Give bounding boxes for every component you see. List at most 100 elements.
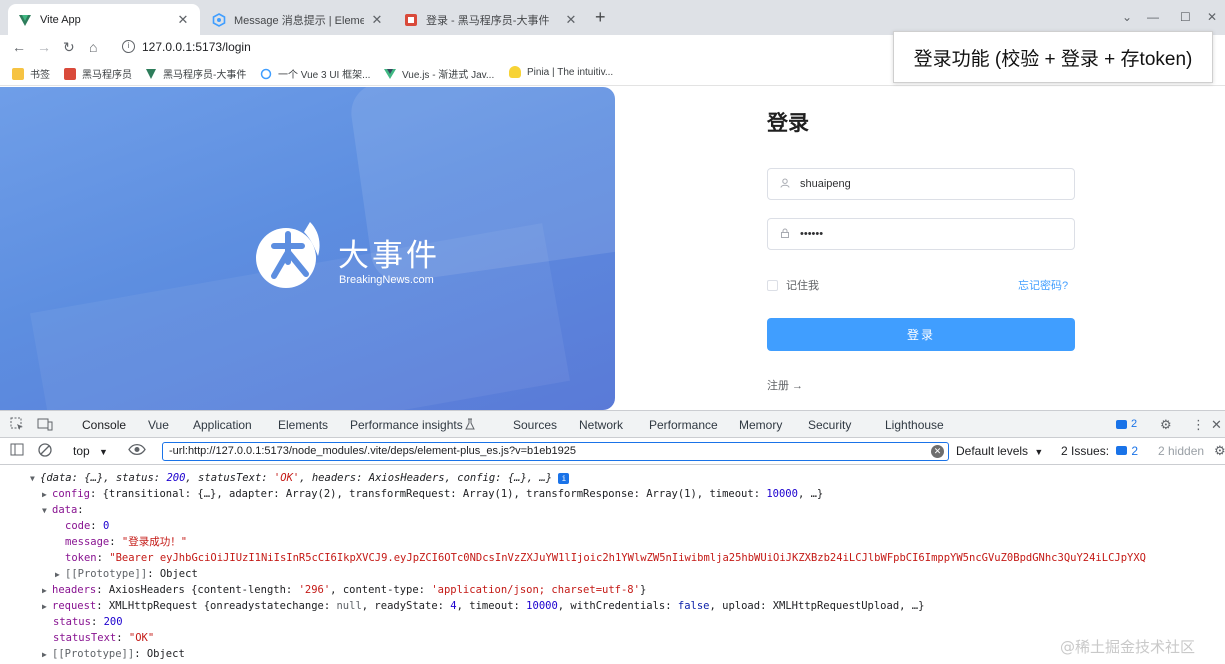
site-info-icon[interactable]: i <box>122 40 135 53</box>
tab-heima-login[interactable]: 登录 - 黑马程序员-大事件 ✕ <box>394 4 588 35</box>
register-link[interactable]: 注册 → <box>767 377 803 393</box>
bookmark-label: 一个 Vue 3 UI 框架... <box>278 70 371 81</box>
username-input[interactable]: shuaipeng <box>767 168 1075 200</box>
tab-memory[interactable]: Memory <box>739 418 782 432</box>
tab-sources[interactable]: Sources <box>513 418 557 432</box>
folder-icon <box>12 67 24 80</box>
close-icon[interactable]: ✕ <box>1211 417 1222 433</box>
tab-vite-app[interactable]: Vite App ✕ <box>8 4 200 35</box>
bookmark-vue-ui[interactable]: 一个 Vue 3 UI 框架... <box>260 66 370 81</box>
lock-icon <box>780 228 792 241</box>
console-status-line: status: 200 <box>53 616 123 628</box>
tab-label: Message 消息提示 | Element Pl <box>234 14 364 27</box>
address-bar-url[interactable]: 127.0.0.1:5173/login <box>142 40 251 54</box>
bookmark-folder[interactable]: 书签 <box>12 66 50 81</box>
maximize-icon[interactable]: ☐ <box>1180 10 1191 24</box>
clear-filter-icon[interactable]: ✕ <box>931 445 944 458</box>
levels-value: Default levels <box>956 444 1029 458</box>
expand-arrow-icon[interactable]: ▶ <box>55 568 65 582</box>
expand-arrow-icon[interactable]: ▶ <box>42 648 52 662</box>
bookmark-heima[interactable]: 黑马程序员 <box>64 66 132 81</box>
password-value: •••••• <box>800 228 824 240</box>
bookmark-pinia[interactable]: Pinia | The intuitiv... <box>509 66 613 78</box>
bookmark-label: 黑马程序员 <box>82 70 132 81</box>
tab-lighthouse[interactable]: Lighthouse <box>885 418 944 432</box>
expand-arrow-icon[interactable]: ▶ <box>42 584 52 598</box>
expand-arrow-icon[interactable]: ▶ <box>42 488 52 502</box>
back-arrow-icon[interactable]: ← <box>12 39 26 55</box>
device-toolbar-icon[interactable] <box>37 417 53 434</box>
issues-badge[interactable]: 2 <box>1116 418 1137 430</box>
console-code-line: code: 0 <box>65 520 110 532</box>
console-config-line[interactable]: ▶ config: {transitional: {…}, adapter: Ar… <box>42 487 823 502</box>
console-filter-bar: top ▼ -url:http://127.0.0.1:5173/node_mo… <box>0 438 1225 465</box>
tab-label: 登录 - 黑马程序员-大事件 <box>426 14 550 27</box>
expand-arrow-icon[interactable]: ▶ <box>42 600 52 614</box>
bookmark-vuejs[interactable]: Vue.js - 渐进式 Jav... <box>384 66 494 81</box>
tab-performance[interactable]: Performance <box>649 418 718 432</box>
vue-icon <box>384 68 396 80</box>
forward-arrow-icon[interactable]: → <box>37 39 51 55</box>
bookmark-label: 书签 <box>30 70 50 81</box>
gear-icon[interactable]: ⚙ <box>1214 443 1225 459</box>
forgot-password-link[interactable]: 忘记密码? <box>1018 277 1068 293</box>
tab-application[interactable]: Application <box>193 418 252 432</box>
reload-icon[interactable]: ↻ <box>63 39 75 55</box>
info-icon: i <box>558 472 570 484</box>
gear-icon[interactable]: ⚙ <box>1160 417 1172 433</box>
user-icon <box>780 178 792 191</box>
heima-icon <box>64 67 76 80</box>
tab-elements[interactable]: Elements <box>278 418 328 432</box>
eye-icon[interactable] <box>128 443 146 459</box>
element-icon <box>260 68 272 80</box>
tab-network[interactable]: Network <box>579 418 623 432</box>
collapse-arrow-icon[interactable]: ▼ <box>42 504 52 518</box>
home-icon[interactable]: ⌂ <box>89 39 97 55</box>
console-prototype-line[interactable]: ▶ [[Prototype]]: Object <box>55 567 198 582</box>
tab-search-chevron-icon[interactable]: ⌄ <box>1122 10 1132 24</box>
video-caption: 登录功能 (校验 + 登录 + 存token) <box>893 31 1213 83</box>
console-message-line: message: "登录成功！" <box>65 536 188 548</box>
console-summary-line[interactable]: ▼ {data: {…}, status: 200, statusText: 'O… <box>30 471 570 486</box>
close-icon[interactable]: ✕ <box>564 12 578 28</box>
tab-security[interactable]: Security <box>808 418 851 432</box>
tab-vue[interactable]: Vue <box>148 418 169 432</box>
issues-counter[interactable]: 2 Issues: 2 <box>1061 444 1138 458</box>
filter-value: -url:http://127.0.0.1:5173/node_modules/… <box>169 445 576 457</box>
console-data-line[interactable]: ▼ data: <box>42 503 84 518</box>
clear-console-icon[interactable] <box>38 443 52 460</box>
remember-label: 记住我 <box>786 280 819 292</box>
console-request-line[interactable]: ▶ request: XMLHttpRequest {onreadystatech… <box>42 599 924 614</box>
collapse-arrow-icon[interactable]: ▼ <box>30 472 40 486</box>
tab-performance-insights[interactable]: Performance insights <box>350 418 463 432</box>
remember-checkbox[interactable] <box>767 279 778 291</box>
minimize-icon[interactable]: — <box>1147 10 1159 24</box>
log-levels-select[interactable]: Default levels ▼ <box>956 444 1043 458</box>
message-icon <box>1116 419 1127 429</box>
tab-console[interactable]: Console <box>82 418 126 432</box>
window-close-icon[interactable]: ✕ <box>1207 10 1217 24</box>
login-button[interactable]: 登录 <box>767 318 1075 351</box>
console-statustext-line: statusText: "OK" <box>53 632 155 644</box>
watermark-text: @稀土掘金技术社区 <box>1060 638 1196 656</box>
close-icon[interactable]: ✕ <box>176 12 190 28</box>
context-select[interactable]: top ▼ <box>73 444 108 458</box>
console-root-prototype-line[interactable]: ▶ [[Prototype]]: Object <box>42 647 185 662</box>
console-filter-input[interactable]: -url:http://127.0.0.1:5173/node_modules/… <box>162 442 949 461</box>
tab-element-message[interactable]: Message 消息提示 | Element Pl ✕ <box>202 4 394 35</box>
more-vertical-icon[interactable]: ⋮ <box>1192 417 1205 433</box>
console-headers-line[interactable]: ▶ headers: AxiosHeaders {content-length: … <box>42 583 646 598</box>
new-tab-plus-icon[interactable]: + <box>595 8 606 26</box>
vite-icon <box>145 68 157 80</box>
remember-me[interactable]: 记住我 <box>767 277 819 293</box>
console-token-line: token: "Bearer eyJhbGciOiJIUzI1NiIsInR5c… <box>65 552 1146 564</box>
issues-number: 2 <box>1131 444 1139 458</box>
close-icon[interactable]: ✕ <box>370 12 384 28</box>
inspect-element-icon[interactable] <box>10 417 24 434</box>
bookmark-heima-dashijian[interactable]: 黑马程序员-大事件 <box>145 66 246 81</box>
devtools-tab-bar: Console Vue Application Elements Perform… <box>0 410 1225 438</box>
pinia-icon <box>509 66 521 78</box>
password-input[interactable]: •••••• <box>767 218 1075 250</box>
sidebar-toggle-icon[interactable] <box>10 443 24 459</box>
dropdown-caret-icon: ▼ <box>1034 447 1044 457</box>
